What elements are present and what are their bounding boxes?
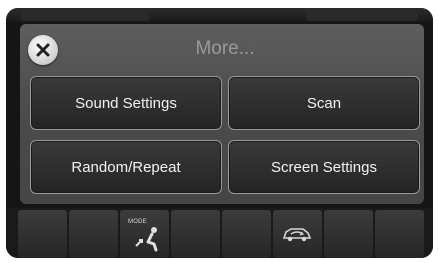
infotainment-screen: More... Sound Settings Scan Random/Repea… xyxy=(6,8,433,258)
top-left-tab xyxy=(21,11,149,21)
climate-tile-8[interactable] xyxy=(375,210,424,258)
seat-airflow-icon xyxy=(135,227,158,252)
mode-button[interactable]: MODE xyxy=(120,210,169,258)
screen-settings-button[interactable]: Screen Settings xyxy=(228,140,420,194)
menu-title: More... xyxy=(195,38,255,59)
car-recirculation-icon xyxy=(282,228,312,242)
mode-label: MODE xyxy=(128,219,147,225)
climate-tile-1[interactable] xyxy=(18,210,67,258)
climate-tile-4[interactable] xyxy=(171,210,220,258)
top-right-tab xyxy=(306,11,418,21)
more-menu-panel: More... Sound Settings Scan Random/Repea… xyxy=(20,24,424,204)
close-icon xyxy=(36,43,50,57)
climate-bar: MODE xyxy=(6,208,433,258)
sound-settings-button[interactable]: Sound Settings xyxy=(30,76,222,130)
recirculation-button[interactable] xyxy=(273,210,322,258)
climate-tile-5[interactable] xyxy=(222,210,271,258)
scan-button[interactable]: Scan xyxy=(228,76,420,130)
random-repeat-button[interactable]: Random/Repeat xyxy=(30,140,222,194)
climate-tile-7[interactable] xyxy=(324,210,373,258)
close-button[interactable] xyxy=(28,35,58,65)
climate-tile-2[interactable] xyxy=(69,210,118,258)
top-strip xyxy=(6,8,433,22)
